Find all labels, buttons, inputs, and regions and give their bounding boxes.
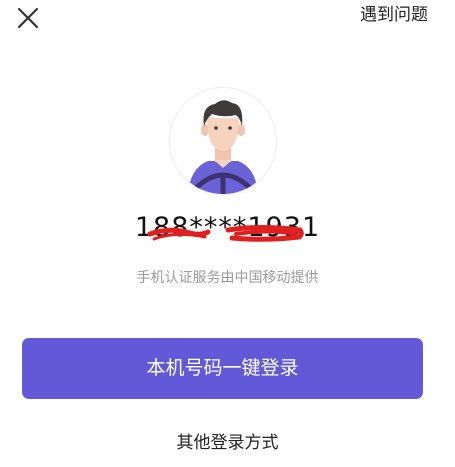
driver-avatar-icon bbox=[188, 100, 258, 194]
one-click-login-button[interactable]: 本机号码一键登录 bbox=[22, 338, 423, 399]
carrier-auth-notice: 手机认证服务由中国移动提供 bbox=[136, 270, 319, 286]
close-icon bbox=[17, 7, 39, 29]
login-screen: 遇到问题 188****1931 手机认证服务由中国移动提供 本机号码一键登录 … bbox=[0, 0, 455, 467]
phone-number-row: 188****1931 bbox=[0, 210, 455, 250]
help-link[interactable]: 遇到问题 bbox=[360, 4, 428, 26]
masked-phone-number: 188****1931 bbox=[134, 212, 321, 243]
avatar bbox=[170, 88, 276, 194]
other-login-methods-link[interactable]: 其他登录方式 bbox=[0, 432, 455, 454]
close-button[interactable] bbox=[14, 4, 42, 32]
